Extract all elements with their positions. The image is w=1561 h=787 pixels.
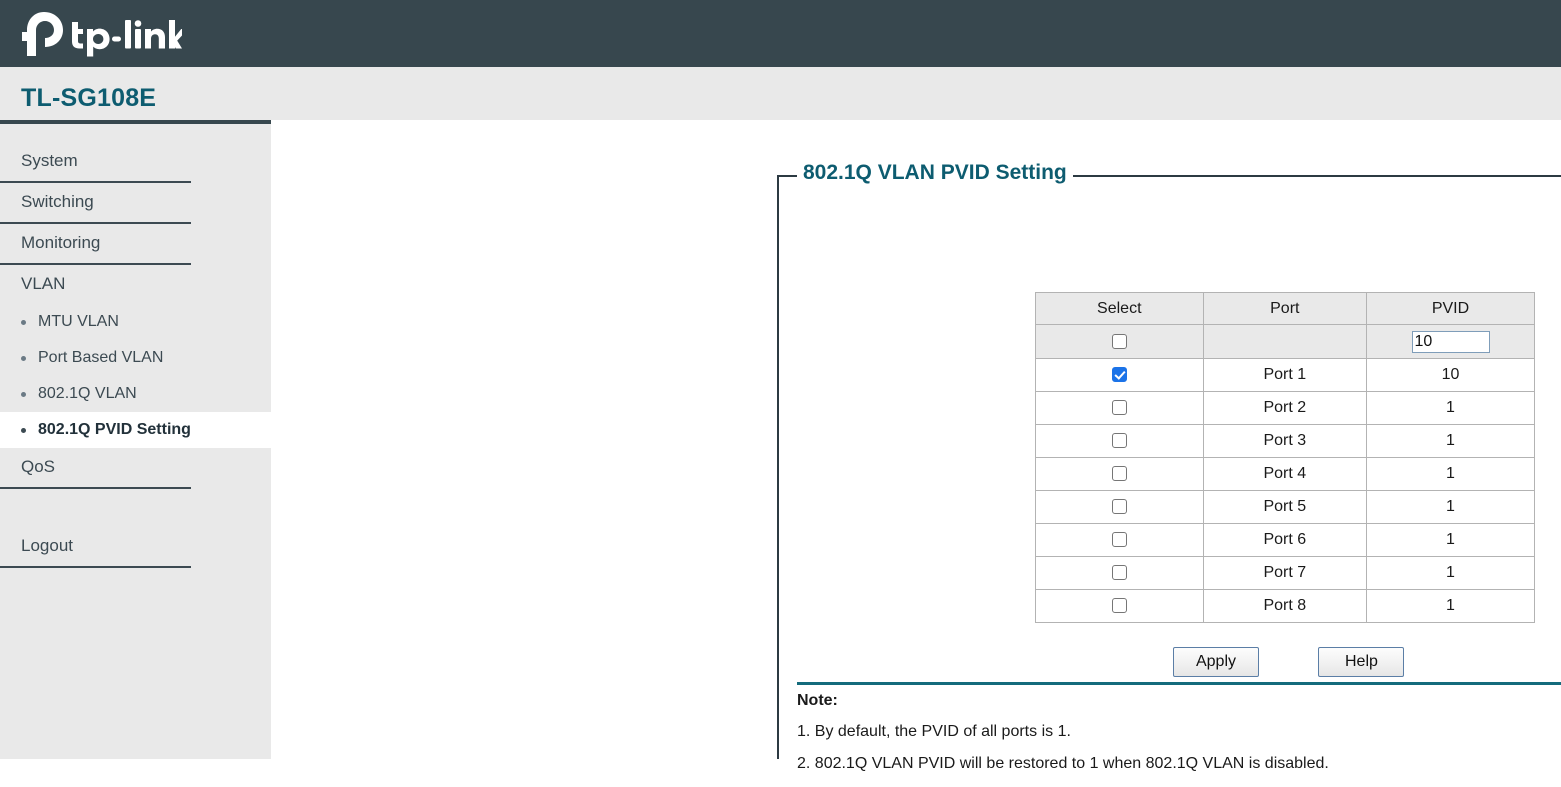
bullet-icon	[21, 356, 26, 361]
sidebar-item-qos[interactable]: QoS	[0, 448, 191, 489]
sidebar-item-label: MTU VLAN	[38, 313, 119, 330]
row-checkbox[interactable]	[1111, 565, 1127, 581]
sidebar-item-system[interactable]: System	[0, 142, 191, 183]
sidebar-item-label: Port Based VLAN	[38, 349, 164, 366]
apply-button[interactable]: Apply	[1173, 647, 1259, 677]
sidebar-item-label: 802.1Q VLAN	[38, 385, 137, 402]
entry-pvid-cell	[1366, 324, 1535, 359]
row-pvid-cell: 1	[1366, 490, 1535, 524]
row-select-cell	[1035, 424, 1204, 458]
pvid-setting-panel: 802.1Q VLAN PVID Setting Select Port PVI…	[777, 161, 1561, 772]
table-header-row: Select Port PVID	[1035, 292, 1535, 325]
row-checkbox[interactable]	[1111, 400, 1127, 416]
entry-select-cell	[1035, 324, 1204, 359]
sidebar-item-monitoring[interactable]: Monitoring	[0, 224, 191, 265]
sidebar-item-logout[interactable]: Logout	[0, 527, 191, 568]
row-checkbox[interactable]	[1111, 433, 1127, 449]
table-row: Port 8 1	[1035, 589, 1535, 623]
table-row: Port 6 1	[1035, 523, 1535, 557]
sidebar-item-8021q-vlan[interactable]: 802.1Q VLAN	[0, 376, 271, 412]
row-checkbox[interactable]	[1111, 367, 1127, 383]
row-port-cell: Port 7	[1202, 556, 1368, 590]
column-header-select: Select	[1035, 292, 1204, 325]
table-row: Port 3 1	[1035, 424, 1535, 458]
row-select-cell	[1035, 556, 1204, 590]
device-name-band	[0, 67, 1561, 120]
row-select-cell	[1035, 490, 1204, 524]
main-content: 802.1Q VLAN PVID Setting Select Port PVI…	[271, 120, 1561, 772]
row-select-cell	[1035, 589, 1204, 623]
row-pvid-cell: 10	[1366, 358, 1535, 392]
pvid-input[interactable]	[1411, 330, 1490, 353]
row-pvid-cell: 1	[1366, 424, 1535, 458]
note-line-1: 1. By default, the PVID of all ports is …	[797, 723, 1071, 740]
row-port-cell: Port 2	[1202, 391, 1368, 425]
row-select-cell	[1035, 391, 1204, 425]
device-model-title: TL-SG108E	[21, 84, 157, 112]
sidebar: System Switching Monitoring VLAN MTU VLA…	[0, 120, 271, 759]
row-select-cell	[1035, 457, 1204, 491]
panel-title: 802.1Q VLAN PVID Setting	[797, 161, 1073, 185]
sidebar-item-label: 802.1Q PVID Setting	[38, 421, 191, 438]
table-row: Port 5 1	[1035, 490, 1535, 524]
row-port-cell: Port 8	[1202, 589, 1368, 623]
select-all-checkbox[interactable]	[1111, 333, 1127, 349]
row-port-cell: Port 5	[1202, 490, 1368, 524]
row-select-cell	[1035, 523, 1204, 557]
sidebar-item-switching[interactable]: Switching	[0, 183, 191, 224]
row-pvid-cell: 1	[1366, 457, 1535, 491]
button-row: Apply Help	[1173, 647, 1533, 677]
column-header-pvid: PVID	[1366, 292, 1535, 325]
row-pvid-cell: 1	[1366, 589, 1535, 623]
table-row: Port 7 1	[1035, 556, 1535, 590]
pvid-table: Select Port PVID Port 1	[1035, 292, 1535, 623]
row-port-cell: Port 6	[1202, 523, 1368, 557]
entry-port-cell	[1202, 324, 1368, 359]
help-button[interactable]: Help	[1318, 647, 1405, 677]
row-pvid-cell: 1	[1366, 523, 1535, 557]
table-row: Port 4 1	[1035, 457, 1535, 491]
sidebar-item-vlan[interactable]: VLAN	[0, 265, 271, 304]
sidebar-item-8021q-pvid-setting[interactable]: 802.1Q PVID Setting	[0, 412, 271, 448]
row-select-cell	[1035, 358, 1204, 392]
row-checkbox[interactable]	[1111, 466, 1127, 482]
tp-link-logo	[22, 10, 182, 58]
row-pvid-cell: 1	[1366, 391, 1535, 425]
sidebar-item-mtu-vlan[interactable]: MTU VLAN	[0, 304, 271, 340]
row-port-cell: Port 4	[1202, 457, 1368, 491]
column-header-port: Port	[1202, 292, 1368, 325]
top-brand-bar	[0, 0, 1561, 67]
table-row: Port 1 10	[1035, 358, 1535, 392]
row-port-cell: Port 1	[1202, 358, 1368, 392]
bullet-icon	[21, 392, 26, 397]
note-section: Note: 1. By default, the PVID of all por…	[797, 692, 1561, 787]
row-port-cell: Port 3	[1202, 424, 1368, 458]
note-divider	[797, 682, 1561, 685]
row-checkbox[interactable]	[1111, 532, 1127, 548]
row-checkbox[interactable]	[1111, 499, 1127, 515]
bullet-icon	[21, 320, 26, 325]
bullet-icon	[21, 428, 26, 433]
row-checkbox[interactable]	[1111, 598, 1127, 614]
sidebar-top-rule	[0, 120, 271, 124]
row-pvid-cell: 1	[1366, 556, 1535, 590]
sidebar-nav: System Switching Monitoring VLAN MTU VLA…	[0, 142, 271, 568]
note-title: Note:	[797, 692, 838, 709]
sidebar-item-port-based-vlan[interactable]: Port Based VLAN	[0, 340, 271, 376]
pvid-entry-row	[1035, 324, 1535, 359]
note-line-2: 2. 802.1Q VLAN PVID will be restored to …	[797, 755, 1329, 772]
table-row: Port 2 1	[1035, 391, 1535, 425]
